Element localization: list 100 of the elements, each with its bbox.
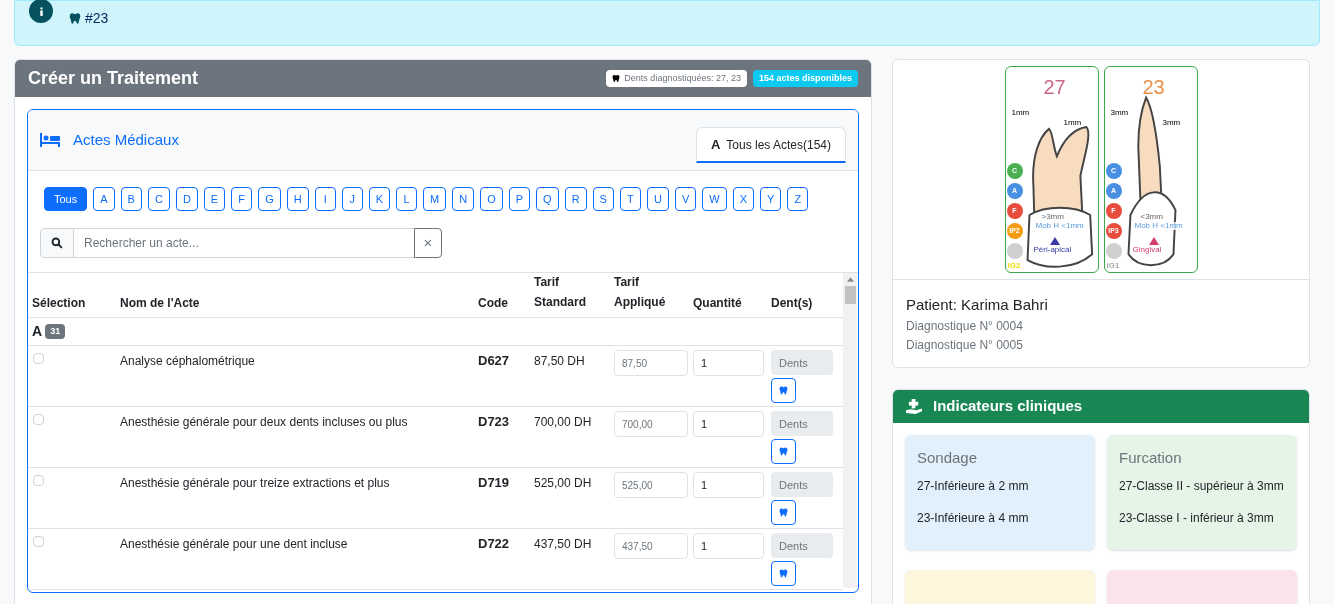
- letter-filter-button[interactable]: U: [646, 187, 669, 211]
- acts-tab[interactable]: A Tous les Actes(154): [695, 127, 846, 163]
- letter-filter-button[interactable]: Tous: [44, 187, 88, 211]
- letter-filter-button[interactable]: I: [314, 187, 336, 211]
- applied-price-field[interactable]: 87,50: [614, 350, 688, 376]
- column-header: Tarif Appliqué: [614, 274, 667, 311]
- quantity-field[interactable]: 1: [693, 472, 764, 498]
- hand-plus-icon: [906, 398, 923, 414]
- quantity-field[interactable]: 1: [693, 411, 764, 437]
- probing-label: 3mm: [1110, 109, 1129, 117]
- standard-price: 437,50 DH: [534, 536, 593, 553]
- diagnosis-number: Diagnostique N° 0004: [906, 317, 1024, 335]
- letter-filter-button[interactable]: M: [423, 187, 447, 211]
- tooth-icon: [779, 507, 788, 518]
- patient-name: Patient: Karima Bahri: [906, 295, 1049, 315]
- letter-filter-button[interactable]: W: [702, 187, 727, 211]
- act-name: Analyse céphalométrique: [120, 353, 256, 370]
- letter-filter-button[interactable]: D: [175, 187, 198, 211]
- letter-filter-button[interactable]: H: [286, 187, 309, 211]
- indicator-title: Furcation: [1119, 447, 1183, 468]
- column-header: Sélection: [31, 295, 87, 312]
- group-count-badge: 31: [45, 323, 66, 340]
- letter-filter-button[interactable]: X: [732, 187, 754, 211]
- tooth-icon: [779, 446, 788, 457]
- scroll-up-arrow-icon[interactable]: [846, 277, 854, 282]
- probing-label: 3mm: [1162, 119, 1181, 127]
- letter-filter-button[interactable]: L: [396, 187, 418, 211]
- letter-filter-button[interactable]: J: [341, 187, 363, 211]
- letter-filter-button[interactable]: A: [93, 187, 115, 211]
- indicator-value: 23-Inférieure à 4 mm: [917, 510, 1030, 527]
- tooth-reference: #23: [85, 9, 109, 28]
- probing-label: 1mm: [1063, 119, 1082, 127]
- row-checkbox[interactable]: [33, 353, 44, 364]
- letter-filter-button[interactable]: P: [508, 187, 531, 211]
- letter-filter-button[interactable]: C: [147, 187, 170, 211]
- applied-price-field[interactable]: 437,50: [614, 533, 688, 559]
- hospital-bed-icon: [40, 133, 60, 147]
- tooth-number: 23: [1142, 77, 1165, 97]
- letter-filter-button[interactable]: N: [452, 187, 475, 211]
- indicator-value: 27-Classe II - supérieur à 3mm: [1119, 478, 1285, 495]
- mobility-label: Mob H <1mm: [1035, 222, 1084, 230]
- applied-price-field[interactable]: 700,00: [614, 411, 688, 437]
- gum-marker-icon: [1006, 243, 1023, 259]
- letter-filter-button[interactable]: K: [368, 187, 391, 211]
- act-name: Anesthésie générale pour une dent incluse: [120, 536, 349, 553]
- lesion-label: Péri-apical: [1033, 246, 1072, 254]
- tooth-select-button[interactable]: [771, 378, 796, 403]
- act-code: D719: [478, 474, 511, 492]
- letter-filter-button[interactable]: Y: [759, 187, 782, 211]
- letter-filter-button[interactable]: S: [592, 187, 614, 211]
- row-checkbox[interactable]: [33, 475, 44, 486]
- quantity-field[interactable]: 1: [693, 533, 764, 559]
- acts-count-badge: 154 actes disponibles: [752, 69, 858, 88]
- tooth-select-button[interactable]: [771, 439, 796, 464]
- letter-filter-button[interactable]: O: [480, 187, 503, 211]
- act-name: Anesthésie générale pour treize extractions et plus: [120, 475, 391, 492]
- tooth-icon: [779, 568, 788, 579]
- tooth-icon: [612, 74, 621, 83]
- letter-filter-button[interactable]: R: [564, 187, 587, 211]
- indicators-title: Indicateurs cliniques: [933, 395, 1083, 416]
- letter-filter-button[interactable]: B: [120, 187, 142, 211]
- letter-filter-button[interactable]: G: [258, 187, 281, 211]
- search-field[interactable]: Rechercher un acte...: [74, 228, 414, 258]
- furcation-label: >3mm: [1041, 213, 1064, 221]
- diagnosis-number: Diagnostique N° 0005: [906, 336, 1024, 354]
- letter-filter-button[interactable]: T: [619, 187, 641, 211]
- letter-filter-button[interactable]: V: [674, 187, 697, 211]
- standard-price: 525,00 DH: [534, 475, 593, 492]
- diagnosed-teeth-badge: Dents diagnostiquées: 27, 23: [606, 69, 747, 88]
- letter-filter-button[interactable]: Z: [787, 187, 809, 211]
- letter-filter-button[interactable]: E: [203, 187, 226, 211]
- standard-price: 87,50 DH: [534, 353, 586, 370]
- letter-icon: A: [710, 134, 721, 155]
- column-header: Quantité: [693, 295, 743, 312]
- gum-label: IG1: [1106, 262, 1120, 270]
- card-title: Créer un Traitement: [28, 67, 200, 90]
- indicator-value: 23-Classe I - inférieur à 3mm: [1119, 510, 1275, 527]
- tooth-icon: [779, 385, 788, 396]
- letter-filter-button[interactable]: Q: [536, 187, 559, 211]
- column-header: Nom de l'Acte: [120, 295, 201, 312]
- tooth-select-button[interactable]: [771, 561, 796, 586]
- lesion-label: Gingival: [1132, 246, 1162, 254]
- standard-price: 700,00 DH: [534, 414, 593, 431]
- indicator-title: Sondage: [917, 447, 979, 468]
- row-checkbox[interactable]: [33, 414, 44, 425]
- quantity-field[interactable]: 1: [693, 350, 764, 376]
- tooth-number: 27: [1043, 77, 1066, 97]
- row-checkbox[interactable]: [33, 536, 44, 547]
- clear-button[interactable]: ×: [414, 228, 442, 258]
- tooth-select-button[interactable]: [771, 500, 796, 525]
- info-icon: [29, 0, 53, 23]
- group-letter: A: [32, 322, 43, 341]
- gum-marker-icon: [1105, 243, 1122, 259]
- scroll-thumb[interactable]: [844, 286, 856, 304]
- tooth-icon: [69, 12, 81, 25]
- furcation-label: <3mm: [1140, 213, 1163, 221]
- gum-label: IG2: [1007, 262, 1021, 270]
- act-code: D723: [478, 413, 511, 431]
- applied-price-field[interactable]: 525,00: [614, 472, 688, 498]
- letter-filter-button[interactable]: F: [231, 187, 253, 211]
